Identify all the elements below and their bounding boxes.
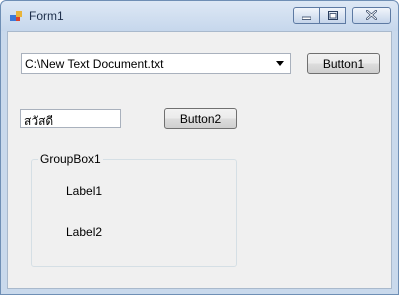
group-box-title: GroupBox1 <box>38 152 103 166</box>
text-input[interactable]: สวัสดี <box>20 109 121 128</box>
windows-form-icon <box>10 10 22 22</box>
label1: Label1 <box>66 184 103 198</box>
title-bar[interactable]: Form1 <box>1 1 398 31</box>
form-client-area: C:\New Text Document.txt Button1 สวัสดี … <box>7 31 392 289</box>
maximize-icon <box>327 9 338 23</box>
close-icon <box>365 9 378 23</box>
button2[interactable]: Button2 <box>164 108 237 129</box>
close-button[interactable] <box>352 7 391 24</box>
chevron-down-icon[interactable] <box>272 55 288 72</box>
combobox-value: C:\New Text Document.txt <box>25 57 164 71</box>
file-path-combobox[interactable]: C:\New Text Document.txt <box>21 53 291 74</box>
maximize-button[interactable] <box>320 7 346 24</box>
minimize-button[interactable] <box>293 7 320 24</box>
group-box <box>31 159 237 267</box>
form-window: Form1 C:\New Text Document.txt Button1 ส… <box>0 0 399 295</box>
text-input-value: สวัสดี <box>24 114 54 128</box>
button1[interactable]: Button1 <box>307 53 380 74</box>
label2: Label2 <box>66 225 103 239</box>
window-title: Form1 <box>29 9 64 23</box>
minimize-icon <box>301 9 312 23</box>
